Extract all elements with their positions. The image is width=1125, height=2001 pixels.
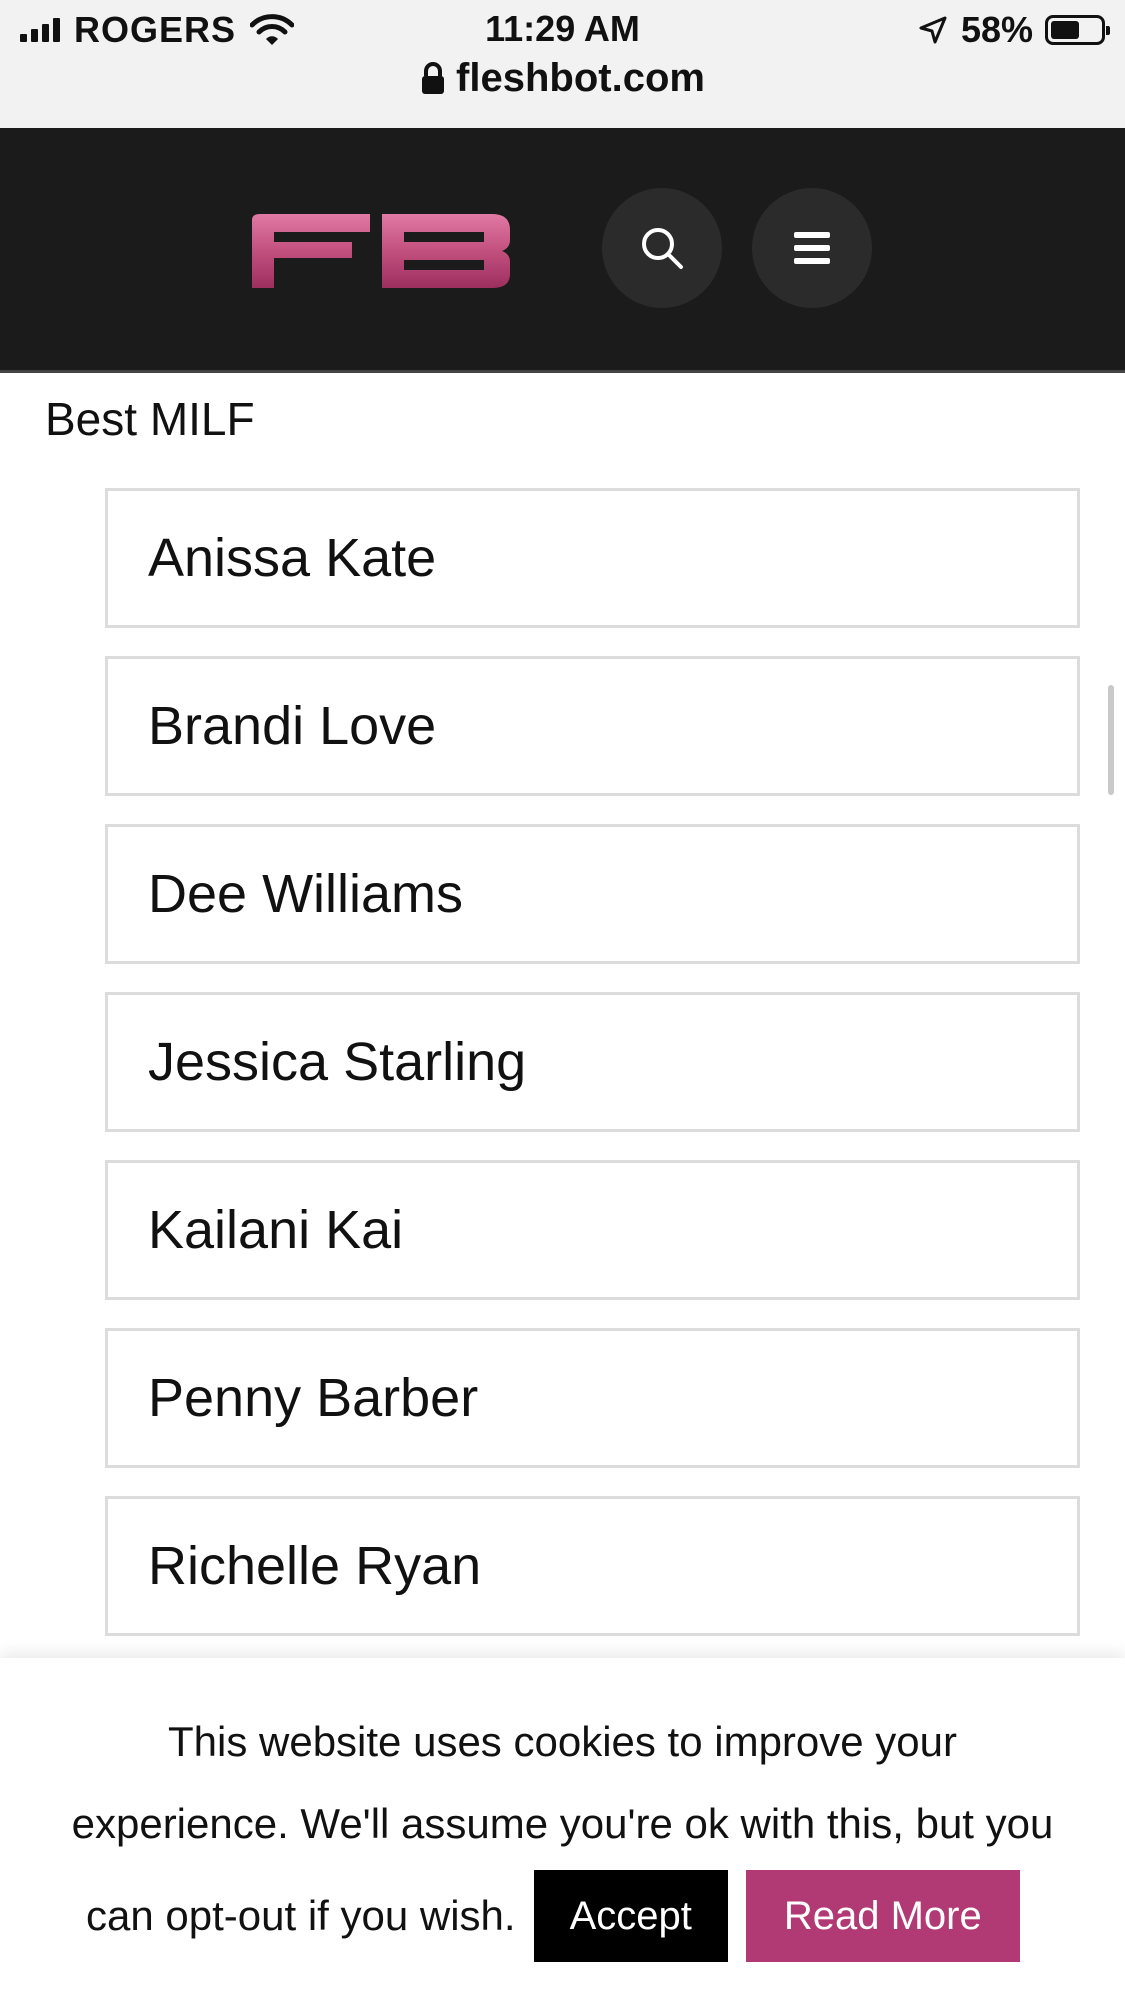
list-item[interactable]: Jessica Starling <box>105 992 1080 1132</box>
list-item[interactable]: Anissa Kate <box>105 488 1080 628</box>
cookie-text-line-3: can opt-out if you wish. <box>86 1892 516 1939</box>
list-item[interactable]: Kailani Kai <box>105 1160 1080 1300</box>
url-text: fleshbot.com <box>456 56 705 100</box>
section-title: Best MILF <box>45 393 255 445</box>
menu-button[interactable] <box>752 188 872 308</box>
location-arrow-icon <box>919 16 947 44</box>
performer-list: Anissa Kate Brandi Love Dee Williams Jes… <box>105 488 1080 1664</box>
list-item[interactable]: Richelle Ryan <box>105 1496 1080 1636</box>
cookie-actions-row: can opt-out if you wish. Accept Read Mor… <box>86 1870 1020 1962</box>
hamburger-menu-icon <box>794 232 830 264</box>
accept-button[interactable]: Accept <box>533 1870 728 1962</box>
lock-icon <box>422 61 445 94</box>
cookie-banner: This website uses cookies to improve you… <box>0 1658 1125 2001</box>
cookie-text-line-1: This website uses cookies to improve you… <box>168 1718 957 1765</box>
search-button[interactable] <box>602 188 722 308</box>
search-icon <box>642 228 683 269</box>
battery-icon <box>1045 15 1110 45</box>
read-more-button[interactable]: Read More <box>745 1870 1020 1962</box>
list-item[interactable]: Brandi Love <box>105 656 1080 796</box>
site-header <box>0 128 1125 373</box>
battery-percentage: 58% <box>960 9 1033 50</box>
ios-status-bar: ROGERS 11:29 AM 58% fleshbot.com <box>0 0 1125 128</box>
site-logo[interactable] <box>252 214 512 288</box>
scrollbar[interactable] <box>1108 685 1114 795</box>
battery-level-fill <box>1051 21 1079 39</box>
list-item[interactable]: Penny Barber <box>105 1328 1080 1468</box>
status-right-group: 58% <box>917 9 1110 50</box>
cookie-text-line-2: experience. We'll assume you're ok with … <box>71 1800 1054 1847</box>
list-item[interactable]: Dee Williams <box>105 824 1080 964</box>
address-bar[interactable]: fleshbot.com <box>0 56 1125 101</box>
